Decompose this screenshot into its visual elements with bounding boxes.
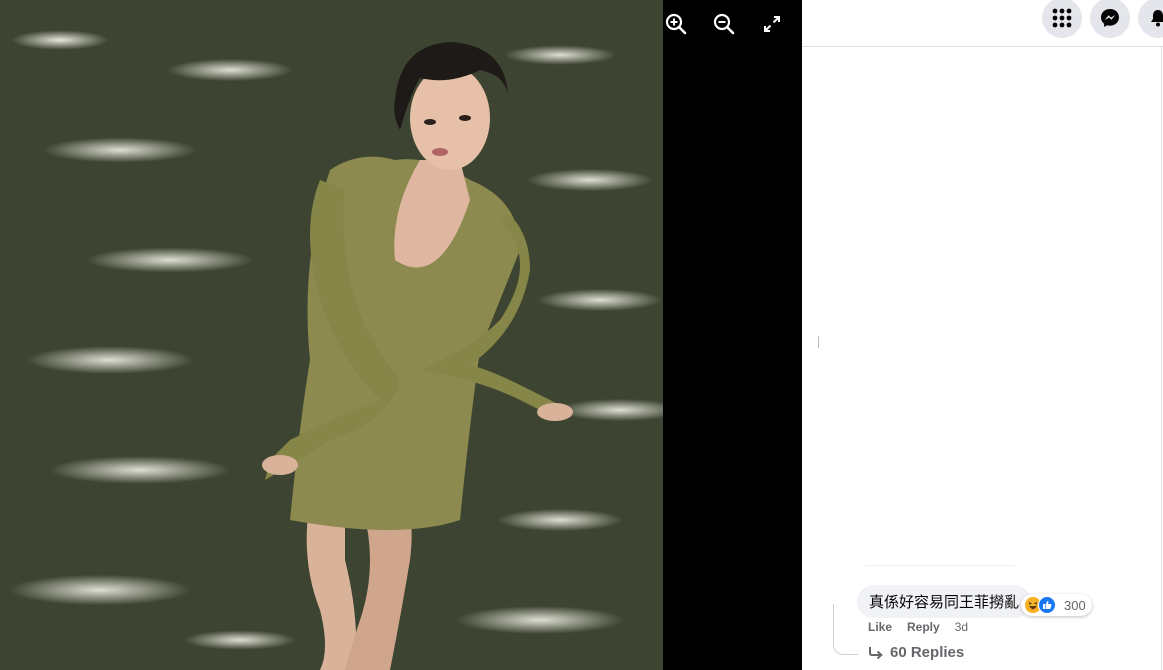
fullscreen-button[interactable]	[758, 10, 786, 38]
post-photo	[0, 0, 663, 670]
zoom-in-icon	[665, 13, 687, 35]
previous-comment-edge	[860, 565, 1020, 574]
comment-text: 真係好容易同王菲撈亂	[869, 594, 1020, 611]
zoom-out-button[interactable]	[710, 10, 738, 38]
messenger-button[interactable]	[1090, 0, 1130, 38]
view-replies-link[interactable]: 60 Replies	[868, 644, 964, 661]
viewer-toolbar	[663, 0, 802, 670]
like-link[interactable]: Like	[868, 620, 892, 634]
zoom-out-icon	[713, 13, 735, 35]
comment-bubble: 真係好容易同王菲撈亂	[857, 585, 1032, 618]
comment-timestamp[interactable]: 3d	[955, 620, 968, 634]
divider-tick	[818, 336, 819, 348]
woman-in-water-illustration	[262, 42, 573, 670]
menu-button[interactable]	[1042, 0, 1082, 38]
reply-link[interactable]: Reply	[907, 620, 940, 634]
reaction-summary[interactable]: 300	[1021, 594, 1092, 616]
fullscreen-icon	[764, 16, 780, 32]
notifications-button[interactable]	[1138, 0, 1163, 38]
notifications-bell-icon	[1151, 10, 1163, 27]
reply-arrow-icon	[869, 646, 883, 659]
top-navigation	[802, 0, 1163, 47]
comment-actions: Like Reply 3d	[868, 620, 968, 634]
replies-count[interactable]: 60 Replies	[890, 644, 964, 661]
menu-grid-icon	[1052, 8, 1072, 28]
messenger-icon	[1101, 9, 1119, 27]
panel-border	[1161, 46, 1162, 670]
reaction-count: 300	[1064, 597, 1086, 613]
comments-panel: 真係好容易同王菲撈亂 300 Like Reply 3d 60 Replies	[802, 0, 1163, 670]
reply-thread-line	[833, 604, 858, 655]
zoom-in-button[interactable]	[662, 10, 690, 38]
like-icon	[1038, 596, 1056, 614]
